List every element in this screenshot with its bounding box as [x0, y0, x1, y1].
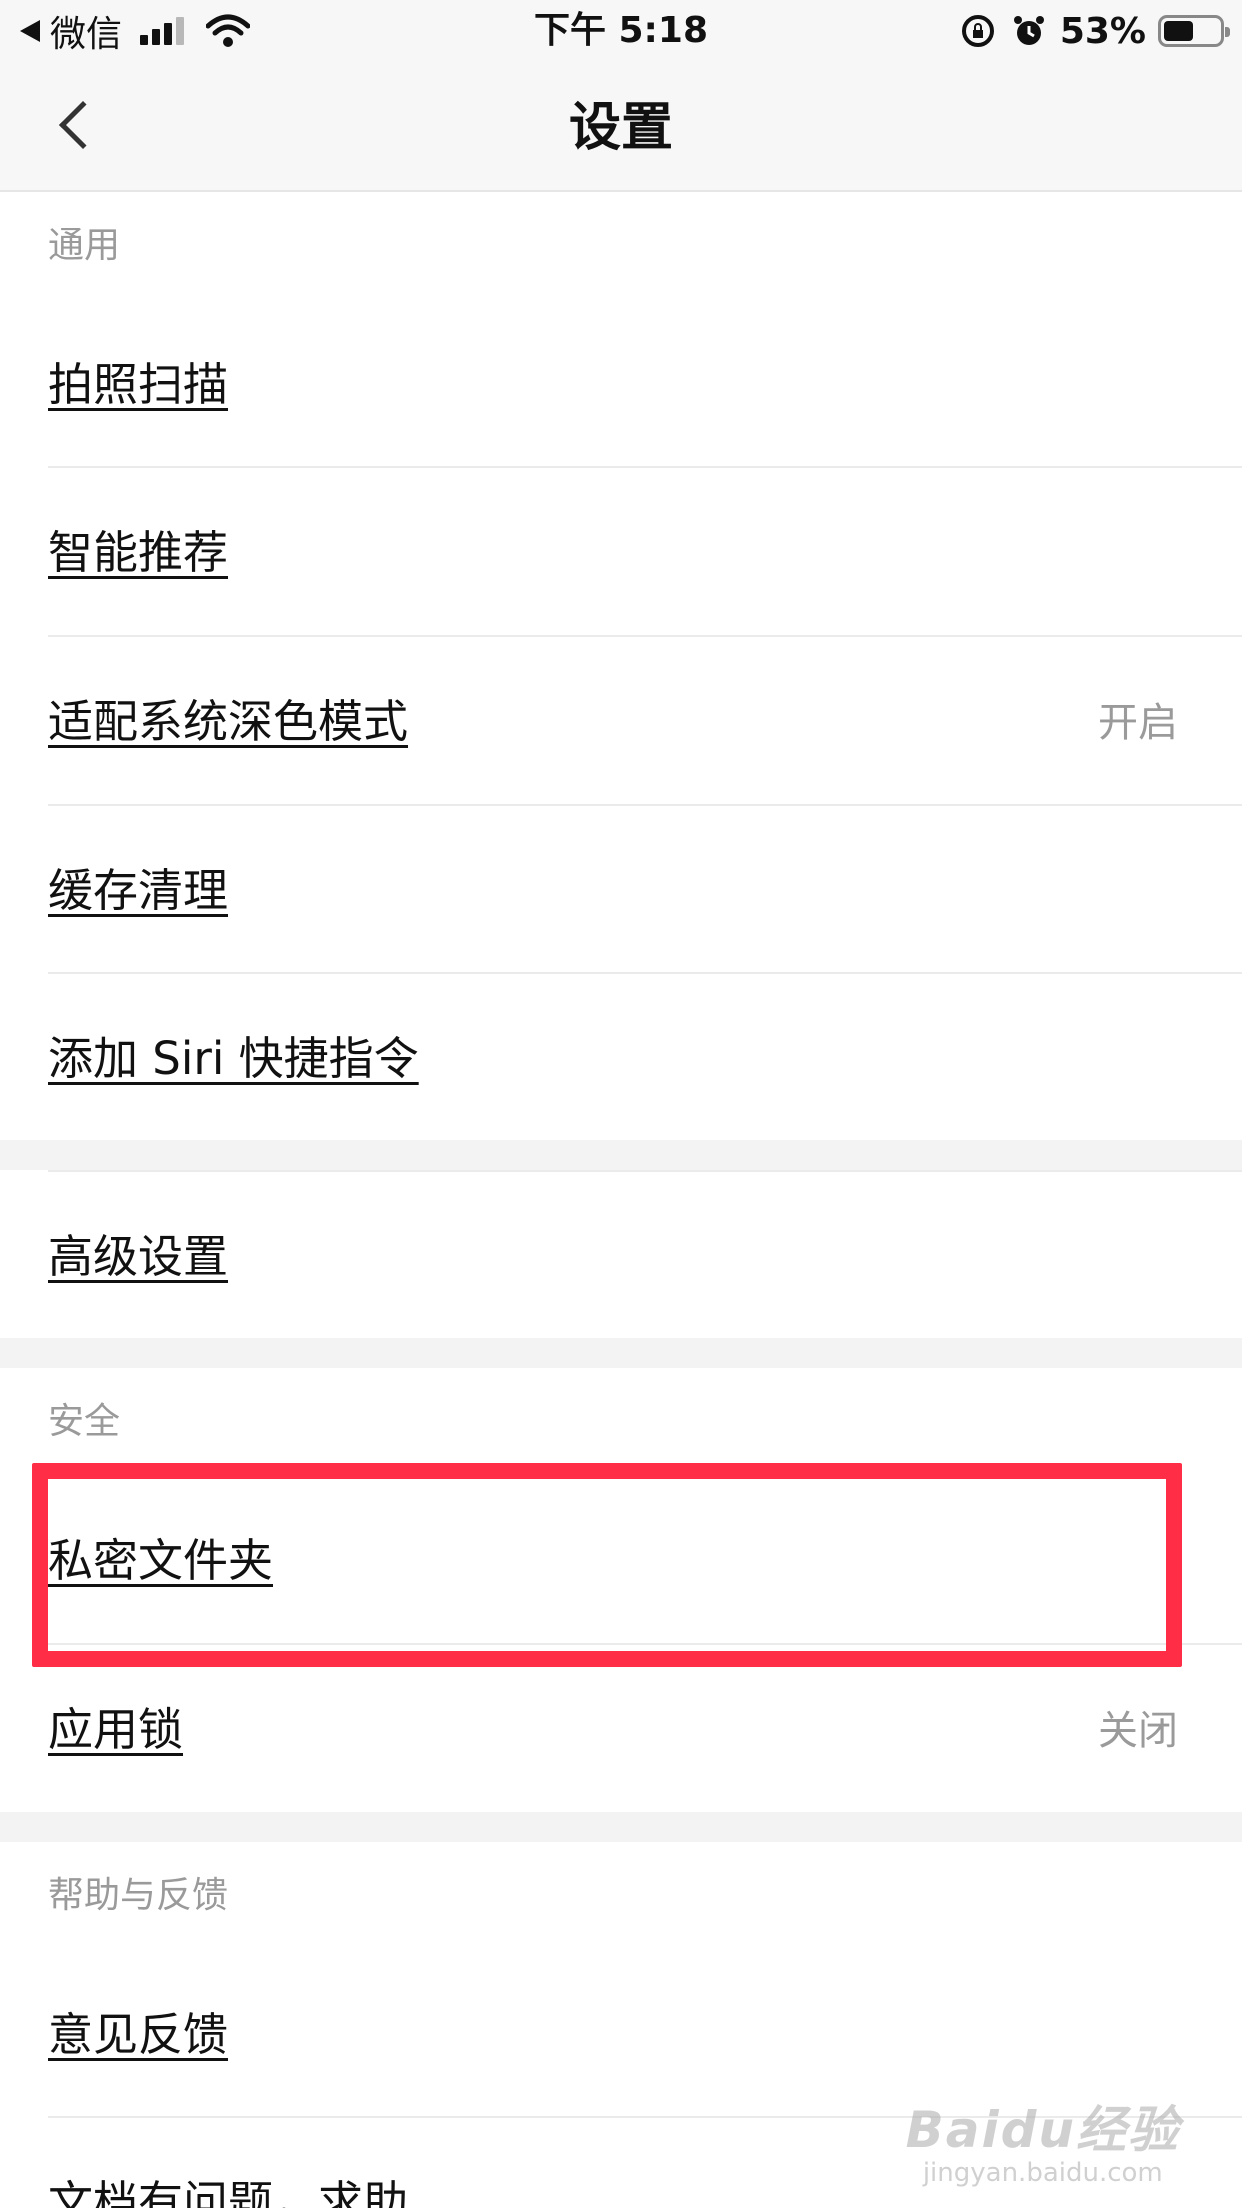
settings-item-siri-shortcut[interactable]: 添加 Siri 快捷指令 [0, 974, 1242, 1142]
section-gap [0, 1140, 1242, 1170]
section-gap [0, 1812, 1242, 1842]
page-title: 设置 [568, 98, 673, 158]
battery-level-fill [1164, 21, 1193, 41]
settings-item-label: 应用锁 [48, 1703, 184, 1756]
settings-item-value: 关闭 [1098, 1708, 1178, 1754]
watermark-url: jingyan.baidu.com [922, 2158, 1163, 2188]
alarm-clock-icon [1013, 16, 1044, 45]
status-bar-right: 53% [961, 8, 1230, 54]
status-bar: 微信 下午 5:18 53% [0, 0, 1242, 62]
settings-item-smart-recommend[interactable]: 智能推荐 [0, 468, 1242, 636]
settings-item-label: 文档有问题，求助 [48, 2176, 409, 2208]
settings-item-label: 缓存清理 [48, 864, 229, 917]
watermark-logo: Baidu经验 [905, 2101, 1180, 2159]
section-gap [0, 1338, 1242, 1368]
settings-screen: 微信 下午 5:18 53% 设置 通用 拍照扫描 智能推荐 适配系统深色模式 … [0, 0, 1242, 2208]
settings-item-value: 开启 [1098, 700, 1178, 746]
settings-item-app-lock[interactable]: 应用锁 关闭 [0, 1645, 1242, 1813]
settings-item-dark-mode[interactable]: 适配系统深色模式 开启 [0, 637, 1242, 805]
settings-item-label: 高级设置 [48, 1230, 229, 1283]
navigation-bar: 设置 [0, 62, 1242, 192]
section-header-security: 安全 [48, 1401, 121, 1442]
baidu-jingyan-watermark: Baidu经验 jingyan.baidu.com [906, 2090, 1180, 2188]
settings-item-label: 拍照扫描 [48, 358, 229, 411]
orientation-lock-icon [961, 15, 994, 47]
section-header-general: 通用 [48, 225, 121, 266]
settings-item-cache-clean[interactable]: 缓存清理 [0, 806, 1242, 974]
settings-item-label: 添加 Siri 快捷指令 [48, 1032, 419, 1085]
settings-item-label: 适配系统深色模式 [48, 695, 409, 748]
settings-item-label: 智能推荐 [48, 526, 229, 579]
section-header-help: 帮助与反馈 [48, 1875, 229, 1916]
highlight-annotation-box [32, 1463, 1182, 1667]
settings-item-label: 意见反馈 [48, 2008, 229, 2061]
settings-item-advanced[interactable]: 高级设置 [0, 1172, 1242, 1340]
battery-icon [1158, 15, 1230, 47]
settings-item-photo-scan[interactable]: 拍照扫描 [0, 300, 1242, 468]
battery-percent: 53% [1059, 10, 1146, 52]
